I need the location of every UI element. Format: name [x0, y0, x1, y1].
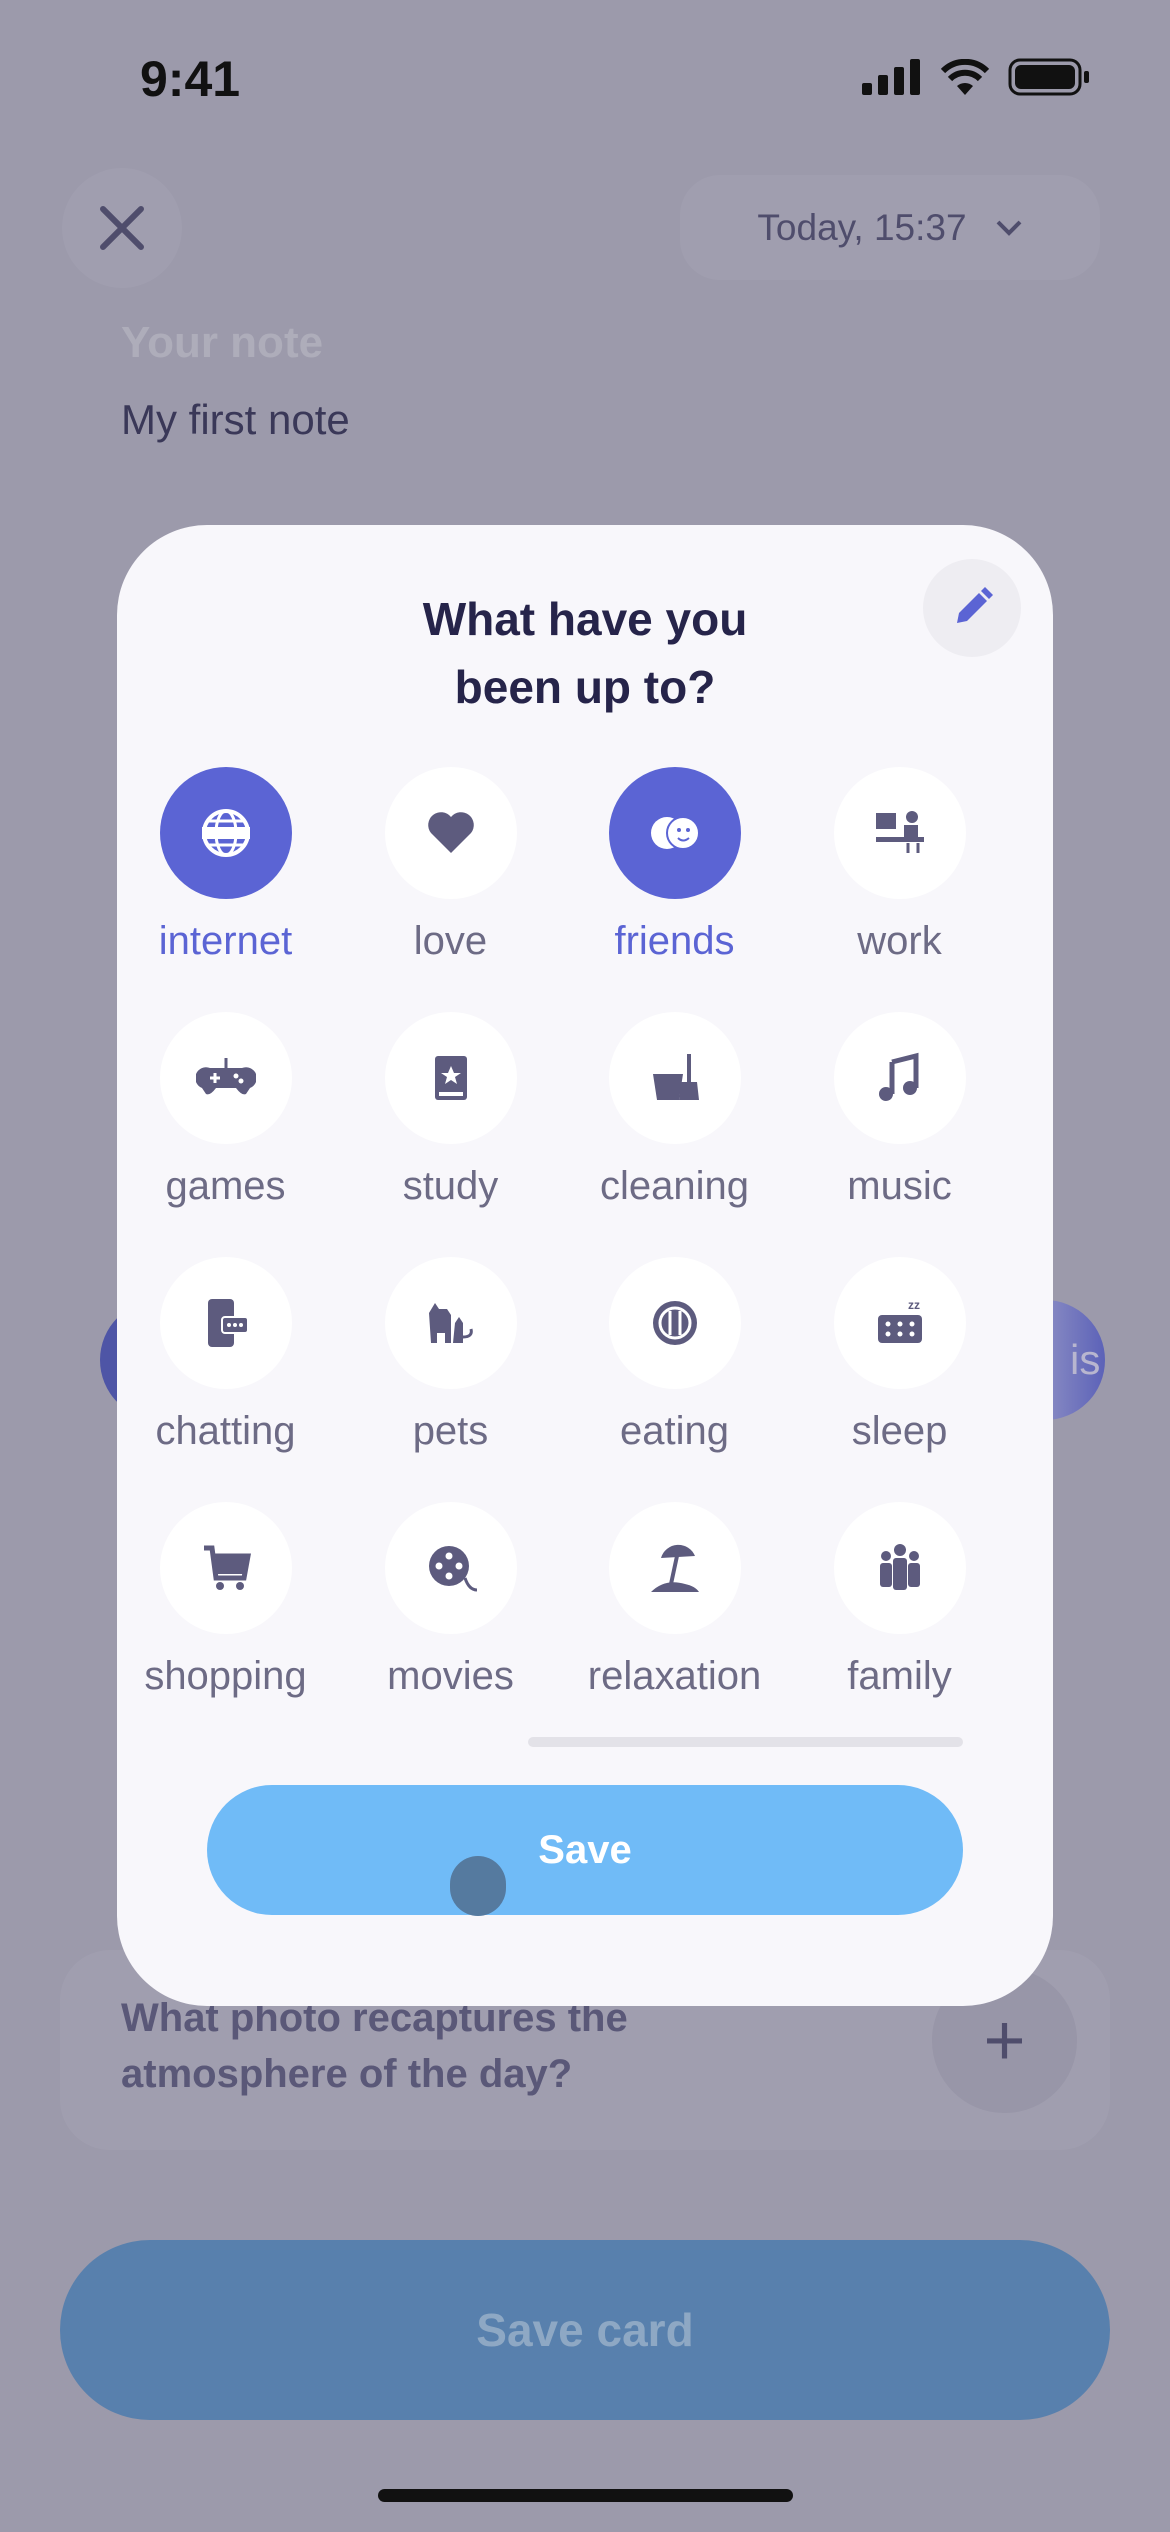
activity-movies[interactable]: movies	[338, 1502, 563, 1699]
activity-icon-button[interactable]	[159, 1012, 292, 1144]
film-reel-icon	[428, 1546, 477, 1592]
save-card-button[interactable]: Save card	[60, 2240, 1110, 2420]
activity-work[interactable]: work	[787, 767, 1012, 964]
activity-icon-button[interactable]	[384, 1257, 517, 1389]
chevron-down-icon	[996, 220, 1021, 236]
dog-cat-icon	[428, 1303, 473, 1343]
activity-icon-button[interactable]	[608, 1257, 741, 1389]
friends-faces-icon	[650, 816, 700, 850]
status-time: 9:41	[140, 51, 241, 107]
activity-label: internet	[158, 919, 293, 963]
pillow-zzz-icon: zz	[877, 1298, 922, 1343]
close-icon	[100, 206, 144, 250]
activity-icon-button[interactable]	[833, 767, 966, 899]
beach-umbrella-icon	[650, 1544, 699, 1592]
family-icon	[879, 1544, 920, 1590]
activity-label: shopping	[144, 1654, 307, 1698]
activity-label: love	[413, 919, 488, 963]
desk-worker-icon	[875, 811, 924, 853]
wifi-icon	[940, 59, 990, 95]
activity-label: games	[165, 1164, 286, 1208]
activity-label: pets	[412, 1409, 489, 1453]
activity-icon-button[interactable]: www	[159, 767, 292, 899]
activity-icon-button[interactable]	[833, 1502, 966, 1634]
activity-label: sleep	[851, 1409, 948, 1453]
activity-shopping[interactable]: shopping	[113, 1502, 338, 1699]
activity-label: music	[847, 1164, 952, 1208]
modal-title: What have you been up to?	[117, 585, 1053, 721]
activity-icon-button[interactable]	[384, 767, 517, 899]
activity-label: movies	[387, 1654, 514, 1698]
horizontal-scrollbar[interactable]	[528, 1737, 963, 1747]
activity-label: family	[847, 1654, 952, 1698]
activity-icon-button[interactable]	[159, 1257, 292, 1389]
plate-fork-knife-icon	[652, 1301, 697, 1345]
activity-label: relaxation	[587, 1654, 762, 1698]
touch-indicator	[450, 1856, 506, 1916]
activity-pets[interactable]: pets	[338, 1257, 563, 1454]
background-pill-text: is	[1070, 1336, 1101, 1383]
activity-icon-button[interactable]: zz	[833, 1257, 966, 1389]
note-input[interactable]: My first note	[121, 396, 350, 444]
activity-icon-button[interactable]	[608, 1012, 741, 1144]
activity-study[interactable]: study	[338, 1012, 563, 1209]
activity-label: eating	[620, 1409, 729, 1453]
activity-label: friends	[614, 919, 735, 963]
activity-label: study	[402, 1164, 499, 1208]
date-label: Today, 15:37	[757, 206, 967, 248]
globe-www-icon: www	[201, 809, 250, 857]
activity-music[interactable]: music	[787, 1012, 1012, 1209]
activity-icon-button[interactable]	[384, 1502, 517, 1634]
modal-title-line: What have you	[422, 593, 748, 645]
activity-cleaning[interactable]: cleaning	[562, 1012, 787, 1209]
activity-icon-button[interactable]	[833, 1012, 966, 1144]
activity-sleep[interactable]: zz sleep	[787, 1257, 1012, 1454]
music-note-icon	[878, 1052, 918, 1101]
photo-question-line: atmosphere of the day?	[121, 2052, 573, 2096]
cart-icon	[203, 1545, 251, 1590]
status-icons	[862, 58, 1090, 96]
activity-icon-button[interactable]	[384, 1012, 517, 1144]
phone-chat-icon	[207, 1299, 249, 1347]
date-selector[interactable]: Today, 15:37	[680, 175, 1100, 280]
activity-friends[interactable]: friends	[562, 767, 787, 964]
save-button[interactable]: Save	[207, 1785, 963, 1915]
note-label: Your note	[121, 318, 324, 367]
svg-text:www: www	[213, 829, 238, 840]
activity-label: chatting	[155, 1409, 296, 1453]
activity-family[interactable]: family	[787, 1502, 1012, 1699]
activity-chatting[interactable]: chatting	[113, 1257, 338, 1454]
svg-text:zz: zz	[908, 1298, 920, 1312]
home-indicator	[378, 2489, 793, 2502]
signal-icon	[862, 59, 920, 95]
activity-icon-button[interactable]	[159, 1502, 292, 1634]
gamepad-icon	[195, 1058, 256, 1095]
close-button[interactable]	[62, 168, 182, 288]
modal-title-line: been up to?	[454, 661, 716, 713]
bucket-broom-icon	[652, 1054, 699, 1100]
activity-eating[interactable]: eating	[562, 1257, 787, 1454]
activity-label: work	[857, 919, 942, 963]
activity-label: cleaning	[599, 1164, 749, 1208]
book-icon	[434, 1056, 467, 1100]
activity-love[interactable]: love	[338, 767, 563, 964]
activity-internet[interactable]: www internet	[113, 767, 338, 964]
heart-icon	[427, 812, 474, 853]
photo-question: What photo recaptures the atmosphere of …	[121, 1990, 628, 2102]
activity-icon-button[interactable]	[608, 767, 741, 899]
activity-games[interactable]: games	[113, 1012, 338, 1209]
activity-icon-button[interactable]	[608, 1502, 741, 1634]
battery-icon	[1008, 58, 1089, 96]
activity-relaxation[interactable]: relaxation	[562, 1502, 787, 1699]
plus-icon: +	[983, 2000, 1026, 2081]
